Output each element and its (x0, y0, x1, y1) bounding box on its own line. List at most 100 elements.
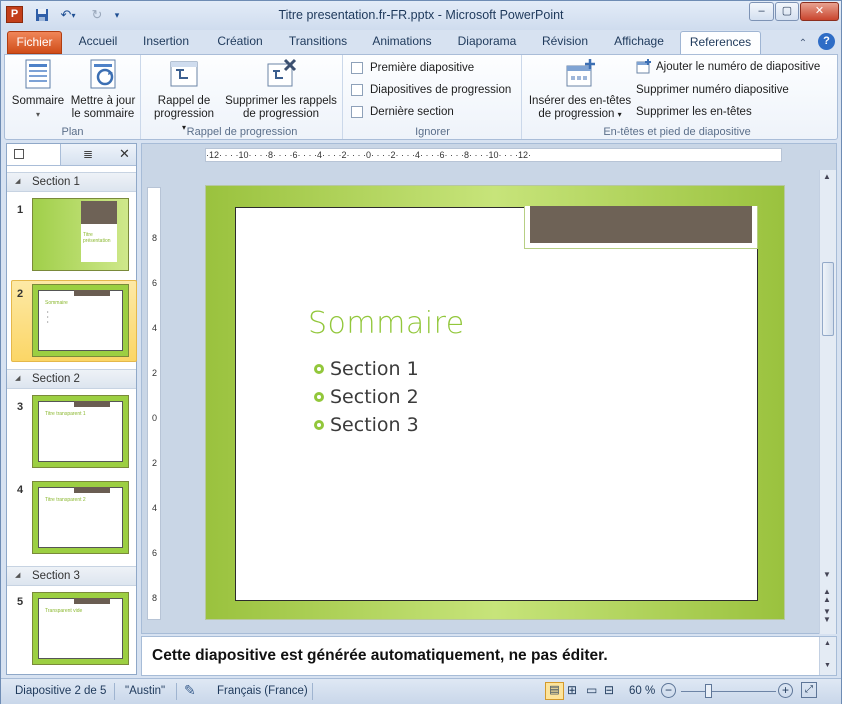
zoom-slider-track[interactable] (681, 691, 776, 692)
add-number-icon (636, 59, 651, 74)
slide-thumbnail-2[interactable]: Sommaire • • • (32, 284, 129, 357)
notes-pane[interactable]: Cette diapositive est générée automatiqu… (141, 636, 837, 676)
ribbon: Sommaire ▾ Mettre à jour le sommaire Pla… (4, 54, 838, 140)
slide-content-area: Sommaire Section 1 Section 2 Section 3 (235, 206, 758, 601)
slide-counter: Diapositive 2 de 5 (15, 685, 107, 697)
slide-sorter-icon[interactable]: ⊞ (567, 683, 577, 697)
tab-creation[interactable]: Création (206, 31, 274, 54)
slide-number-2: 2 (17, 288, 24, 300)
outline-tab-icon[interactable]: ≣ (61, 144, 115, 165)
group-plan: Sommaire ▾ Mettre à jour le sommaire Pla… (5, 55, 141, 139)
tab-references[interactable]: References (680, 31, 761, 55)
spell-check-icon[interactable]: ✎ (184, 682, 196, 699)
section-header-2[interactable]: ◢ Section 2 (7, 369, 136, 389)
bullet-item-2[interactable]: Section 2 (314, 386, 419, 408)
theme-name[interactable]: "Austin" (125, 685, 165, 697)
bullet-icon (314, 420, 324, 430)
progress-reminder-label-1: Rappel de (157, 95, 211, 107)
checkbox-icon (351, 62, 363, 74)
ignore-first-slide-checkbox[interactable]: Première diapositive (351, 59, 474, 77)
checkbox-icon (351, 106, 363, 118)
tab-fichier[interactable]: Fichier (7, 31, 62, 54)
slide-thumbnail-4[interactable]: Titre transparent 2 (32, 481, 129, 554)
ignore-last-section-checkbox[interactable]: Dernière section (351, 103, 454, 121)
section-header-3[interactable]: ◢ Section 3 (7, 566, 136, 586)
horizontal-ruler[interactable]: ·12· · · ·10· · · ·8· · · ·6· · · ·4· · … (205, 148, 782, 162)
next-slide-icon[interactable]: ▼ ▼ (823, 608, 831, 624)
tab-transitions[interactable]: Transitions (279, 31, 357, 54)
slide-number-5: 5 (17, 596, 24, 608)
slide-title[interactable]: Sommaire (308, 306, 465, 341)
fit-to-window-icon[interactable]: ⤢ (801, 682, 817, 698)
group-progress-label: Rappel de progression (186, 126, 298, 138)
tab-insertion[interactable]: Insertion (132, 31, 200, 54)
slides-pane-header: ≣ ✕ (7, 144, 136, 166)
group-headers: Insérer des en-têtes de progression ▾ Aj… (523, 55, 831, 139)
close-button[interactable]: ✕ (800, 2, 839, 21)
remove-headers-button[interactable]: Supprimer les en-têtes (636, 103, 752, 121)
reading-view-icon[interactable]: ▭ (586, 683, 597, 697)
progress-reminder-icon (168, 58, 200, 90)
zoom-in-icon[interactable]: + (778, 683, 793, 698)
ignore-progress-slides-checkbox[interactable]: Diapositives de progression (351, 81, 511, 99)
slide-thumbnail-1[interactable]: Titre présentation (32, 198, 129, 271)
section-header-1[interactable]: ◢ Section 1 (7, 172, 136, 192)
slide-thumbnail-3[interactable]: Titre transparent 1 (32, 395, 129, 468)
bullet-icon (314, 364, 324, 374)
thumb-text: Titre transparent 1 (45, 411, 86, 417)
normal-view-icon[interactable]: ▤ (545, 682, 564, 700)
scroll-thumb[interactable] (822, 262, 834, 336)
zoom-level[interactable]: 60 % (629, 685, 655, 697)
remove-progress-button[interactable]: Supprimer les rappels de progression (222, 58, 340, 121)
notes-scrollbar[interactable]: ▲ ▼ (819, 637, 836, 675)
add-slide-number-button[interactable]: Ajouter le numéro de diapositive (636, 58, 820, 76)
table-of-contents-icon (22, 58, 54, 90)
slideshow-icon[interactable]: ⊟ (604, 683, 614, 697)
minimize-ribbon-icon[interactable]: ⌃ (796, 35, 810, 51)
slide-editor: ·12· · · ·10· · · ·8· · · ·6· · · ·4· · … (141, 143, 837, 634)
insert-progress-headers-button[interactable]: Insérer des en-têtes de progression ▾ (527, 58, 633, 121)
status-bar: Diapositive 2 de 5 "Austin" ✎ Français (… (1, 678, 841, 704)
close-pane-icon[interactable]: ✕ (119, 146, 130, 162)
scroll-up-icon[interactable]: ▲ (823, 172, 831, 181)
ribbon-tabs: Fichier Accueil Insertion Création Trans… (1, 30, 841, 55)
bullet-icon (314, 392, 324, 402)
tab-revision[interactable]: Révision (533, 31, 597, 54)
language-indicator[interactable]: Français (France) (217, 685, 308, 697)
update-toc-button[interactable]: Mettre à jour le sommaire (69, 58, 137, 121)
slide-canvas[interactable]: Sommaire Section 1 Section 2 Section 3 (205, 185, 785, 620)
tab-diaporama[interactable]: Diaporama (448, 31, 526, 54)
slides-tab[interactable] (7, 144, 61, 165)
maximize-button[interactable]: ▢ (775, 2, 799, 21)
tab-affichage[interactable]: Affichage (604, 31, 674, 54)
remove-progress-icon (265, 58, 297, 90)
header-placeholder-frame[interactable] (524, 206, 758, 249)
vertical-scrollbar[interactable]: ▲ ▼ ▲ ▲ ▼ ▼ (819, 170, 836, 634)
slides-view-icon (14, 149, 24, 159)
vertical-ruler[interactable]: 864202468 (147, 187, 161, 620)
thumb-text: Titre présentation (83, 232, 111, 244)
progress-reminder-button[interactable]: Rappel de progression ▾ (152, 58, 216, 134)
header-placeholder (530, 206, 752, 243)
slides-pane: ≣ ✕ ◢ Section 1 1 Titre présentation 2 So… (6, 143, 137, 675)
remove-slide-number-button[interactable]: Supprimer numéro diapositive (636, 81, 789, 99)
zoom-out-icon[interactable]: − (661, 683, 676, 698)
bullet-item-1[interactable]: Section 1 (314, 358, 419, 380)
previous-slide-icon[interactable]: ▲ ▲ (823, 588, 831, 604)
help-icon[interactable]: ? (818, 33, 835, 50)
collapse-icon: ◢ (15, 178, 21, 185)
scroll-down-icon[interactable]: ▼ (823, 570, 831, 579)
slide-number-3: 3 (17, 401, 24, 413)
notes-text[interactable]: Cette diapositive est générée automatiqu… (152, 647, 608, 665)
remove-progress-label-2: de progression (242, 108, 320, 120)
tab-animations[interactable]: Animations (363, 31, 441, 54)
zoom-slider-thumb[interactable] (705, 684, 712, 698)
tab-accueil[interactable]: Accueil (68, 31, 128, 54)
sommaire-button[interactable]: Sommaire ▾ (10, 58, 66, 121)
minimize-button[interactable]: – (749, 2, 774, 21)
update-toc-label-1: Mettre à jour (70, 95, 136, 107)
collapse-icon: ◢ (15, 572, 21, 579)
checkbox-icon (351, 84, 363, 96)
slide-thumbnail-5[interactable]: Transparent vide (32, 592, 129, 665)
bullet-item-3[interactable]: Section 3 (314, 414, 419, 436)
